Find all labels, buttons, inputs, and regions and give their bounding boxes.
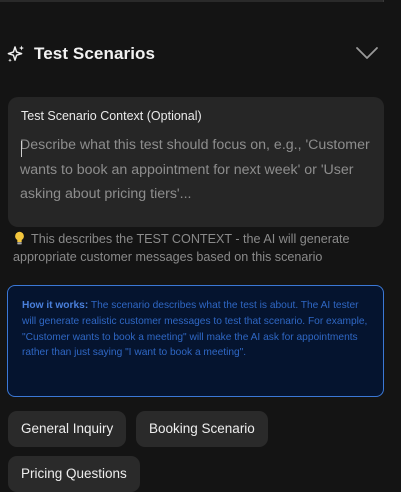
- how-it-works-text: How it works: The scenario describes wha…: [22, 298, 370, 361]
- section-title: Test Scenarios: [34, 44, 156, 63]
- scenario-hint-text: This describes the TEST CONTEXT - the AI…: [13, 232, 350, 264]
- chip-booking-scenario[interactable]: Booking Scenario: [136, 411, 268, 447]
- scenario-context-card: Test Scenario Context (Optional): [8, 97, 384, 227]
- top-divider: [0, 0, 384, 2]
- scenario-context-input[interactable]: [20, 133, 370, 219]
- panel-edge: [383, 0, 384, 2]
- scenario-context-label: Test Scenario Context (Optional): [21, 109, 202, 123]
- lightbulb-icon: [15, 231, 24, 245]
- scenario-hint: This describes the TEST CONTEXT - the AI…: [13, 231, 383, 266]
- how-it-works-box: How it works: The scenario describes wha…: [7, 285, 384, 397]
- chevron-down-icon[interactable]: [355, 46, 379, 60]
- how-it-works-heading: How it works:: [22, 300, 89, 311]
- test-scenarios-header[interactable]: Test Scenarios: [0, 36, 384, 72]
- chip-general-inquiry[interactable]: General Inquiry: [8, 411, 127, 447]
- text-caret: [21, 141, 22, 157]
- sparkle-icon: [7, 45, 24, 63]
- chip-pricing-questions[interactable]: Pricing Questions: [8, 456, 140, 492]
